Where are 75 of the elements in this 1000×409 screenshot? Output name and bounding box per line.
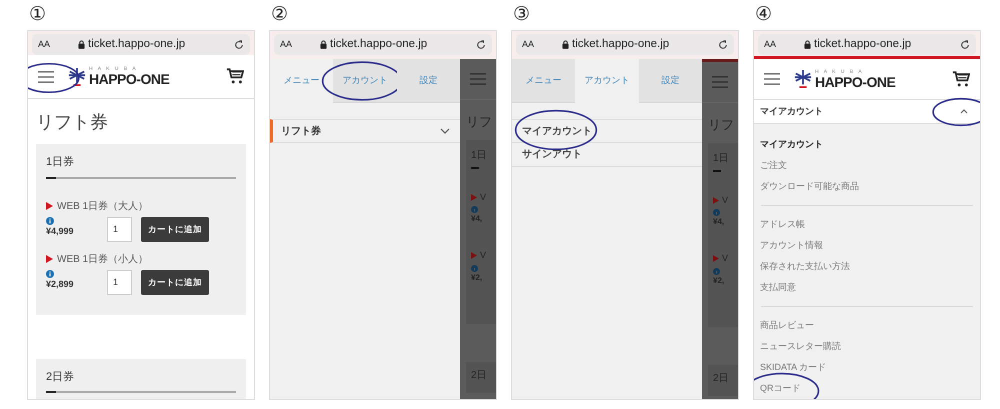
lock-icon [562,40,569,49]
triangle-icon [46,202,53,210]
price: ¥2,899 [46,278,75,290]
drawer-tab[interactable]: アカウント [333,59,397,103]
section-title: 2日券 [46,370,76,384]
lock-icon [804,40,811,49]
chevron-down-icon [440,128,450,134]
triangle-icon [713,255,719,262]
cart-icon [952,70,970,88]
reload-icon [234,40,244,50]
product-name: WEB 1日券（小人） [57,252,148,266]
text-size-button[interactable]: AA [38,38,78,52]
account-menu-link[interactable]: 保存された支払い方法 [760,256,850,277]
triangle-icon [471,252,477,260]
url-text: ticket.happo-one.jp [88,36,186,52]
triangle-icon [471,194,477,201]
price: ¥4,999 [46,224,75,238]
quantity-field[interactable]: 1 [107,270,132,294]
account-menu-item[interactable]: マイアカウント [512,119,702,143]
page-title: リフト券 [36,111,109,134]
account-menu-link[interactable]: ニュースレター購読 [760,336,841,357]
drawer-tab[interactable]: 設定 [638,59,702,103]
info-icon [46,270,54,278]
text-size-button[interactable]: AA [280,38,320,52]
reload-icon [476,40,486,50]
info-icon [471,264,478,272]
menu-icon [764,73,780,86]
text-size-button[interactable]: AA [764,38,804,52]
text-size-button[interactable]: AA [522,38,562,52]
step-number: ④ [754,3,773,27]
step-number: ③ [512,3,531,27]
info-icon [46,216,54,224]
account-menu-link[interactable]: ご注文 [760,155,787,176]
menu-icon [470,73,486,85]
account-menu-link[interactable]: ダウンロード可能な商品 [760,176,859,197]
account-menu-link[interactable]: アカウント情報 [760,235,823,256]
account-menu-link[interactable]: マイアカウント [760,134,823,155]
chevron-up-icon [960,109,968,114]
brand-logo-text: HAPPO-ONE [89,72,170,86]
step-number: ② [270,3,289,27]
add-to-cart-button[interactable]: カートに追加 [141,216,209,242]
url-text: ticket.happo-one.jp [572,36,670,52]
step-number: ① [28,3,47,27]
add-to-cart-button[interactable]: カートに追加 [141,270,209,294]
brand-logo-text: HAPPO-ONE [815,74,896,89]
account-menu-link[interactable]: SKIDATA カード [760,357,826,378]
drawer-tab[interactable]: メニュー [512,59,576,103]
quantity-field[interactable]: 1 [107,216,132,242]
lock-icon [78,40,85,49]
category-label: リフト券 [281,124,321,138]
page-title: リフ [465,113,493,131]
cart-icon [226,68,244,85]
menu-icon [38,70,54,82]
account-accordion-header[interactable]: マイアカウント [754,100,980,124]
info-icon [713,209,720,216]
account-menu-link[interactable]: 商品レビュー [760,315,814,336]
url-text: ticket.happo-one.jp [330,36,428,52]
snowflake-logo-icon [68,66,86,86]
accordion-title: マイアカウント [760,104,823,118]
drawer-tab[interactable]: 設定 [396,59,460,103]
account-menu-link[interactable]: 支払同意 [760,277,796,298]
reload-icon [718,40,728,50]
lock-icon [320,40,327,49]
page-title: リフ [707,116,735,134]
triangle-icon [46,255,53,263]
reload-icon [960,40,970,50]
account-menu-link[interactable]: アドレス帳 [760,214,805,235]
snowflake-logo-icon [794,69,812,90]
section-title: 1日券 [46,155,76,170]
triangle-icon [713,196,719,204]
product-name: WEB 1日券（大人） [57,200,148,214]
menu-icon [712,76,728,88]
info-icon [713,268,720,274]
url-text: ticket.happo-one.jp [814,36,912,52]
info-icon [471,206,478,213]
